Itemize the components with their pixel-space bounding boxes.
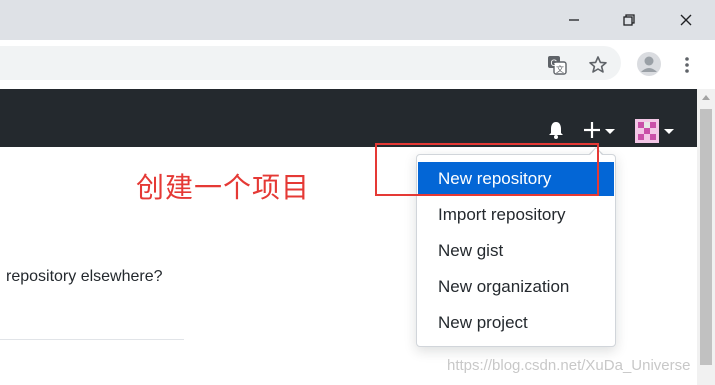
- minimize-button[interactable]: [559, 6, 589, 34]
- svg-text:文: 文: [556, 64, 564, 74]
- restore-icon: [623, 14, 635, 26]
- avatar: [635, 119, 674, 143]
- import-prompt-text: repository elsewhere?: [6, 268, 163, 285]
- maximize-button[interactable]: [614, 6, 644, 34]
- github-header: [0, 89, 697, 147]
- bell-icon: [549, 122, 563, 139]
- menu-icon: [685, 57, 689, 73]
- watermark-text: https://blog.csdn.net/XuDa_Universe: [447, 357, 691, 374]
- user-menu[interactable]: [634, 118, 678, 144]
- menu-item-new-gist[interactable]: New gist: [418, 234, 614, 268]
- menu-item-import-repository[interactable]: Import repository: [418, 198, 614, 232]
- notifications-button[interactable]: [545, 119, 567, 141]
- browser-titlebar: [0, 0, 715, 40]
- scrollbar-thumb[interactable]: [700, 109, 712, 365]
- menu-button[interactable]: [679, 54, 695, 76]
- profile-button[interactable]: [635, 50, 663, 78]
- annotation-highlight-box: [375, 143, 599, 196]
- bookmark-button[interactable]: [587, 54, 609, 76]
- close-icon: [680, 14, 692, 26]
- minimize-icon: [569, 19, 579, 21]
- plus-dropdown-icon: [584, 122, 615, 138]
- close-button[interactable]: [671, 6, 701, 34]
- translate-button[interactable]: G 文: [546, 54, 568, 76]
- translate-icon: G 文: [548, 56, 567, 75]
- page-scrollbar[interactable]: [697, 89, 715, 385]
- menu-item-new-project[interactable]: New project: [418, 306, 614, 340]
- scroll-up-arrow-icon[interactable]: [702, 95, 710, 100]
- browser-toolbar: G 文: [0, 40, 715, 90]
- star-icon: [589, 56, 607, 73]
- annotation-text: 创建一个项目: [136, 171, 311, 204]
- content-divider: [0, 339, 184, 340]
- profile-icon: [637, 52, 661, 76]
- menu-item-new-organization[interactable]: New organization: [418, 270, 614, 304]
- address-bar[interactable]: [0, 46, 621, 80]
- create-new-dropdown[interactable]: [583, 119, 617, 141]
